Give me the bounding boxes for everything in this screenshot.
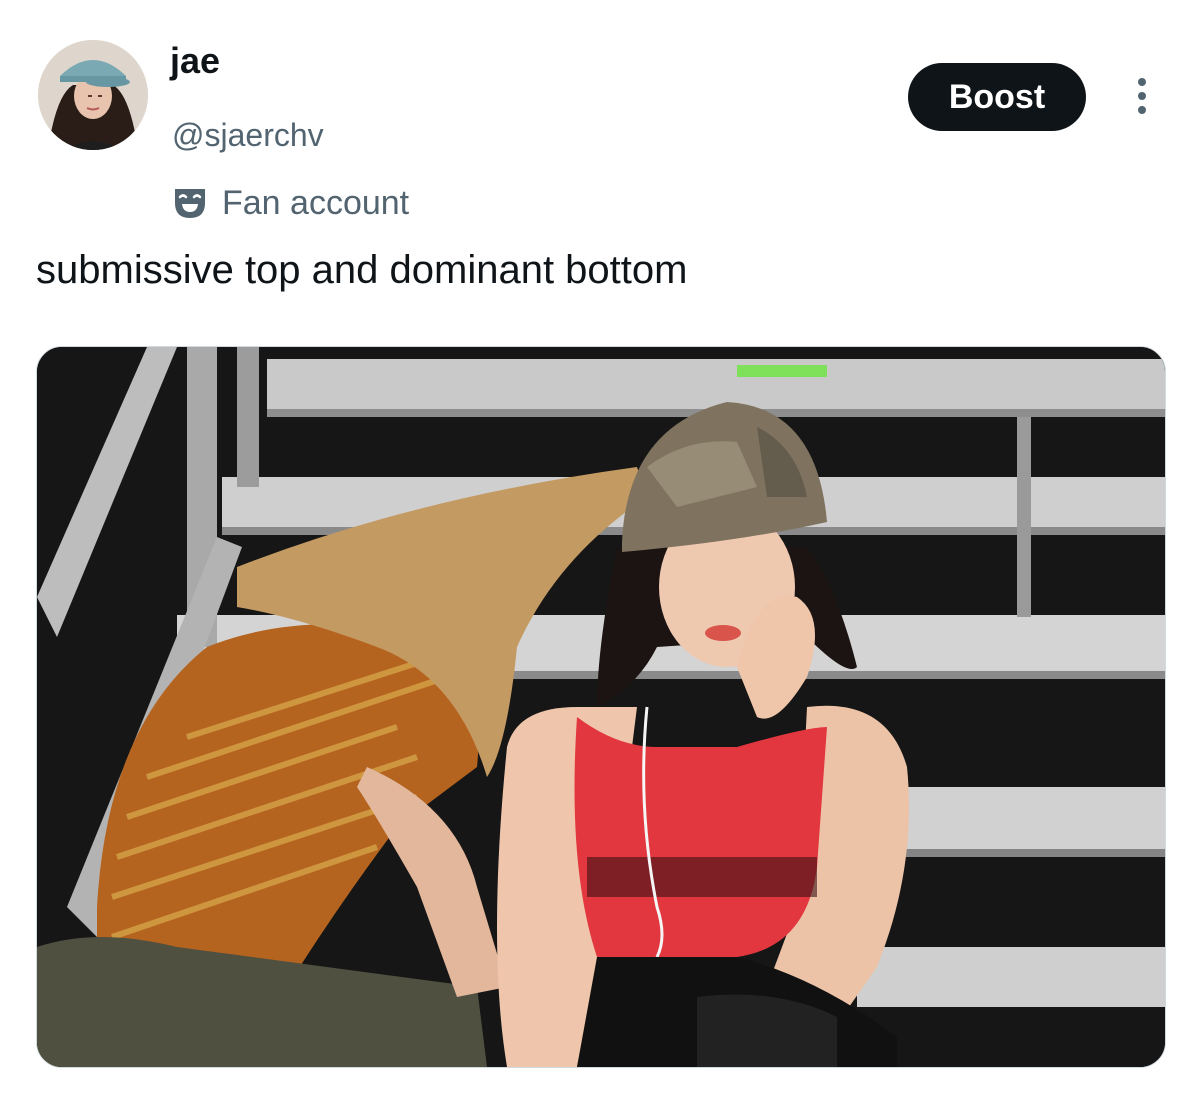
account-label-text: Fan account xyxy=(222,183,410,222)
author-avatar[interactable] xyxy=(38,40,148,150)
more-vertical-icon-dot xyxy=(1138,92,1146,100)
more-vertical-icon-dot xyxy=(1138,106,1146,114)
post-text: submissive top and dominant bottom xyxy=(36,248,688,292)
more-vertical-icon xyxy=(1138,78,1146,86)
author-display-name[interactable]: jae xyxy=(170,40,220,82)
profile-photo-icon xyxy=(38,40,148,150)
photo-image xyxy=(37,347,1165,1067)
post-card: jae @sjaerchv Boost Fan account submissi… xyxy=(0,0,1200,1095)
more-options-button[interactable] xyxy=(1124,72,1160,120)
account-label: Fan account xyxy=(172,180,409,226)
author-handle[interactable]: @sjaerchv xyxy=(172,117,324,154)
theater-masks-icon xyxy=(175,189,205,218)
boost-button[interactable]: Boost xyxy=(908,63,1086,131)
post-photo[interactable] xyxy=(36,346,1166,1068)
